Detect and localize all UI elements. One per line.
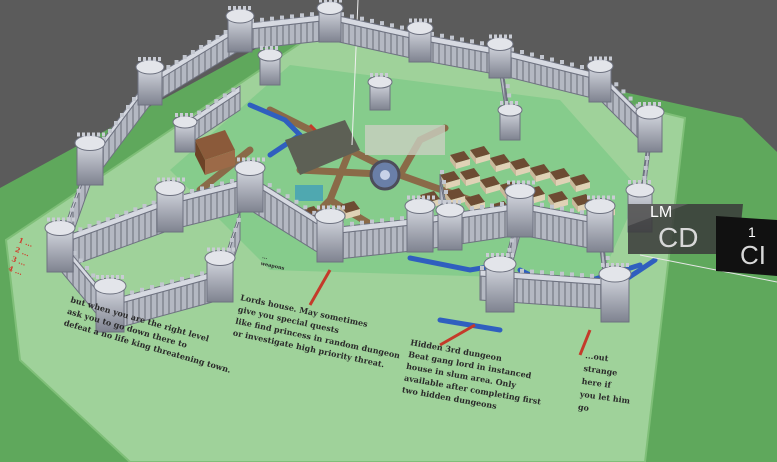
lightmap-overlay: LM CD 1 CI — [628, 196, 777, 276]
tower[interactable] — [497, 101, 523, 141]
tower[interactable] — [74, 132, 106, 186]
tower[interactable] — [234, 157, 266, 213]
tower[interactable] — [584, 195, 616, 253]
tower[interactable] — [204, 247, 236, 303]
tower[interactable] — [404, 195, 436, 253]
tower[interactable] — [406, 18, 434, 63]
tower[interactable] — [154, 177, 186, 233]
tower[interactable] — [225, 6, 255, 53]
tower[interactable] — [257, 46, 283, 86]
tower[interactable] — [135, 57, 165, 106]
tower[interactable] — [635, 102, 665, 153]
index-code: CI — [740, 240, 766, 270]
tower[interactable] — [486, 34, 514, 79]
tower[interactable] — [435, 200, 465, 251]
tower[interactable] — [44, 217, 76, 273]
tower[interactable] — [172, 113, 198, 153]
tower[interactable] — [314, 205, 346, 263]
game-viewport[interactable]: 1 ... 2 ... 3 ... 4 ... but when you are… — [0, 0, 777, 462]
tower[interactable] — [367, 73, 393, 111]
index-label: 1 — [748, 224, 756, 240]
lm-code: CD — [658, 222, 699, 253]
tower[interactable] — [316, 0, 344, 43]
pool — [295, 185, 323, 201]
tower[interactable] — [586, 56, 614, 103]
lm-label: LM — [650, 204, 673, 221]
tower[interactable] — [483, 253, 517, 313]
plaza-square — [365, 125, 445, 155]
tower[interactable] — [598, 263, 632, 323]
tower[interactable] — [504, 180, 536, 238]
svg-text:go: go — [577, 402, 590, 414]
